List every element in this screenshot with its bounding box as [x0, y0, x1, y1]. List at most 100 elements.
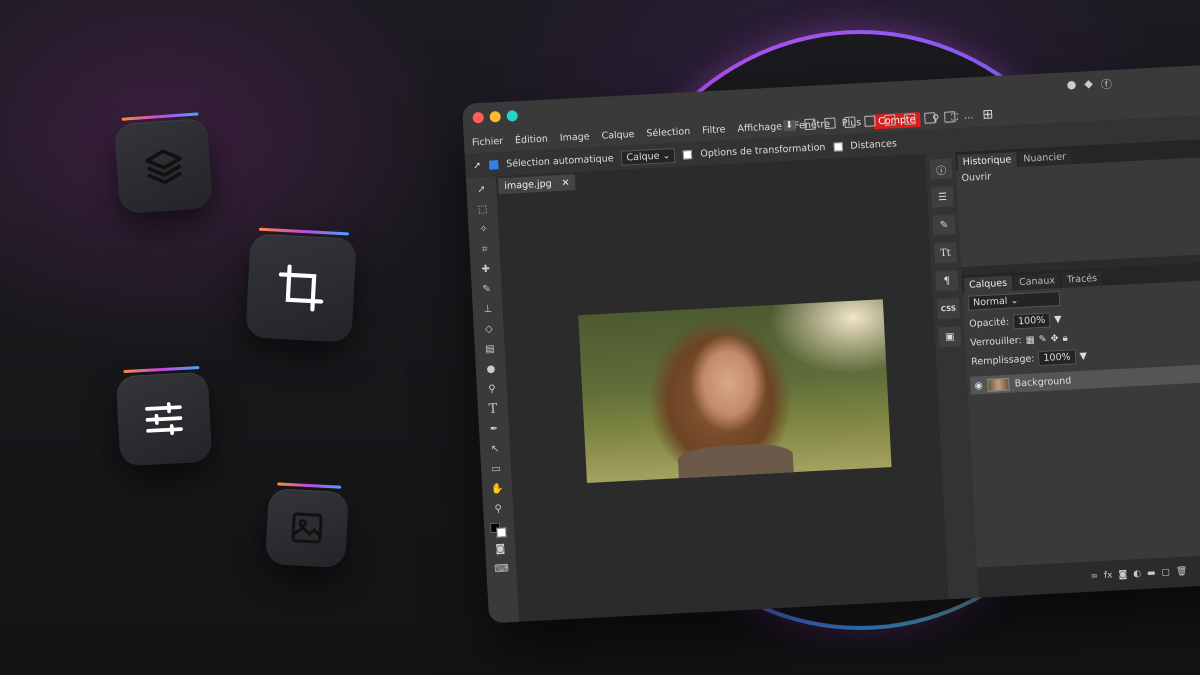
visibility-eye-icon[interactable]: ◉ — [974, 380, 983, 391]
eraser-icon[interactable]: ◇ — [482, 323, 497, 337]
delete-layer-icon[interactable]: 🗑︎ — [1176, 567, 1188, 578]
twitter-icon[interactable]: ◆ — [1084, 77, 1093, 93]
opacity-dropdown-icon[interactable]: ▼ — [1054, 314, 1062, 325]
new-layer-icon[interactable]: ▢ — [1161, 568, 1170, 578]
marquee-icon[interactable]: ⬚ — [475, 203, 490, 217]
close-window-button[interactable] — [472, 111, 485, 124]
tile-accent — [277, 482, 342, 489]
camera-icon[interactable]: ◙ — [493, 542, 508, 556]
align-center-icon[interactable] — [823, 117, 836, 130]
canvas-area[interactable] — [496, 171, 949, 622]
layers-icon — [144, 149, 182, 185]
portrait-photo[interactable] — [578, 299, 892, 483]
menu-affichage[interactable]: Affichage — [737, 121, 782, 134]
tab-historique[interactable]: Historique — [957, 152, 1017, 171]
tab-nuancier[interactable]: Nuancier — [1017, 149, 1072, 167]
transform-options-checkbox[interactable] — [683, 149, 693, 159]
folder-icon[interactable]: ▬ — [1147, 568, 1156, 578]
align-bottom-icon[interactable] — [903, 113, 916, 125]
link-layers-icon[interactable]: ∞ — [1090, 571, 1098, 581]
adjustment-layer-icon[interactable]: ◐ — [1133, 569, 1141, 579]
auto-select-target-select[interactable]: Calque ⌄ — [621, 147, 676, 166]
dodge-icon[interactable]: ⚲ — [485, 382, 500, 396]
align-right-icon[interactable] — [843, 116, 856, 129]
color-swatches-icon[interactable] — [489, 522, 507, 538]
distribute-h-icon[interactable] — [923, 112, 936, 124]
blend-mode-value: Normal — [972, 295, 1008, 309]
hand-icon[interactable]: ✋ — [490, 482, 505, 496]
menu-edition[interactable]: Édition — [515, 133, 548, 146]
brush-panel-icon[interactable]: ✎ — [932, 214, 956, 236]
social-links: ● ◆ ⓕ — [1066, 76, 1112, 94]
image-panel-icon[interactable]: ▣ — [938, 326, 962, 348]
menu-fichier[interactable]: Fichier — [472, 135, 504, 148]
tab-traces[interactable]: Tracés — [1061, 270, 1103, 288]
grid-icon[interactable]: ⊞ — [982, 107, 994, 123]
menu-filtre[interactable]: Filtre — [702, 124, 726, 136]
path-select-icon[interactable]: ↖ — [488, 442, 503, 456]
move-icon[interactable]: ➚ — [474, 183, 489, 197]
menu-image[interactable]: Image — [560, 131, 590, 144]
lock-paint-icon[interactable]: ✎ — [1038, 334, 1047, 345]
fill-label: Remplissage: — [970, 353, 1035, 368]
fill-dropdown-icon[interactable]: ▼ — [1079, 351, 1087, 362]
layer-name: Background — [1014, 374, 1072, 389]
lock-transparency-icon[interactable]: ▦ — [1025, 334, 1035, 345]
healing-icon[interactable]: ✚ — [478, 263, 493, 277]
paragraph-icon[interactable]: ¶ — [935, 270, 959, 292]
reddit-icon[interactable]: ● — [1066, 78, 1076, 94]
layer-effects-icon[interactable]: fx — [1104, 571, 1113, 581]
more-icon[interactable]: … — [964, 110, 974, 121]
distances-checkbox[interactable] — [833, 141, 843, 152]
brush-icon[interactable]: ✎ — [479, 283, 494, 297]
layer-thumbnail — [987, 377, 1011, 392]
blur-icon[interactable]: ● — [484, 362, 499, 376]
magic-wand-icon[interactable]: ✧ — [476, 223, 491, 237]
opacity-input[interactable]: 100% — [1012, 312, 1051, 330]
lock-all-icon[interactable]: 🔒︎ — [1062, 333, 1068, 344]
gradient-icon[interactable]: ▤ — [483, 343, 498, 357]
editor-window: ● ◆ ⓕ Fichier Édition Image Calque Sélec… — [462, 64, 1200, 624]
auto-select-checkbox[interactable] — [488, 159, 499, 170]
align-left-icon[interactable] — [803, 118, 816, 131]
menu-calque[interactable]: Calque — [601, 129, 635, 142]
distribute-v-icon[interactable] — [943, 111, 956, 123]
keyboard-icon[interactable]: ⌨ — [494, 562, 509, 576]
pen-icon[interactable]: ✒ — [487, 422, 502, 436]
maximize-window-button[interactable] — [506, 110, 518, 122]
adjustments-icon — [145, 402, 183, 436]
type-icon[interactable]: T — [486, 402, 501, 417]
shape-icon[interactable]: ▭ — [489, 462, 504, 476]
history-panel: Historique Nuancier ≡ Ouvrir — [955, 138, 1200, 268]
stamp-icon[interactable]: ⊥ — [480, 303, 495, 317]
fill-input[interactable]: 100% — [1038, 349, 1077, 367]
align-top-icon[interactable] — [863, 115, 876, 127]
lock-move-icon[interactable]: ✥ — [1050, 333, 1059, 344]
download-icon[interactable]: ⬇ — [782, 119, 796, 132]
adjustments-tile — [115, 366, 213, 467]
minimize-window-button[interactable] — [489, 110, 501, 123]
properties-icon[interactable]: ☰ — [931, 186, 955, 208]
facebook-icon[interactable]: ⓕ — [1100, 76, 1113, 93]
document-tab-label: image.jpg — [504, 177, 552, 192]
layers-panel: Calques Canaux Tracés ≡ Normal ⌄ Opacité… — [961, 260, 1200, 568]
align-middle-icon[interactable] — [883, 114, 896, 126]
crop-icon — [278, 264, 324, 312]
mask-icon[interactable]: ◙ — [1118, 570, 1127, 580]
menu-selection[interactable]: Sélection — [646, 126, 690, 139]
close-tab-icon[interactable]: ✕ — [561, 177, 570, 188]
css-panel-icon[interactable]: CSS — [936, 298, 960, 320]
character-icon[interactable]: Tt — [933, 242, 957, 264]
move-tool-icon[interactable]: ➚ — [473, 160, 482, 171]
info-icon[interactable]: ⓘ — [929, 158, 953, 180]
layers-tile — [113, 112, 214, 215]
distances-label: Distances — [850, 137, 898, 152]
blend-mode-select[interactable]: Normal ⌄ — [967, 290, 1061, 311]
tab-calques[interactable]: Calques — [963, 275, 1013, 293]
crop-tool-icon[interactable]: ⌗ — [477, 243, 492, 257]
tile-accent — [258, 227, 349, 236]
zoom-icon[interactable]: ⚲ — [491, 502, 506, 516]
opacity-label: Opacité: — [968, 316, 1010, 330]
tab-canaux[interactable]: Canaux — [1013, 272, 1061, 291]
tile-accent — [121, 112, 199, 121]
